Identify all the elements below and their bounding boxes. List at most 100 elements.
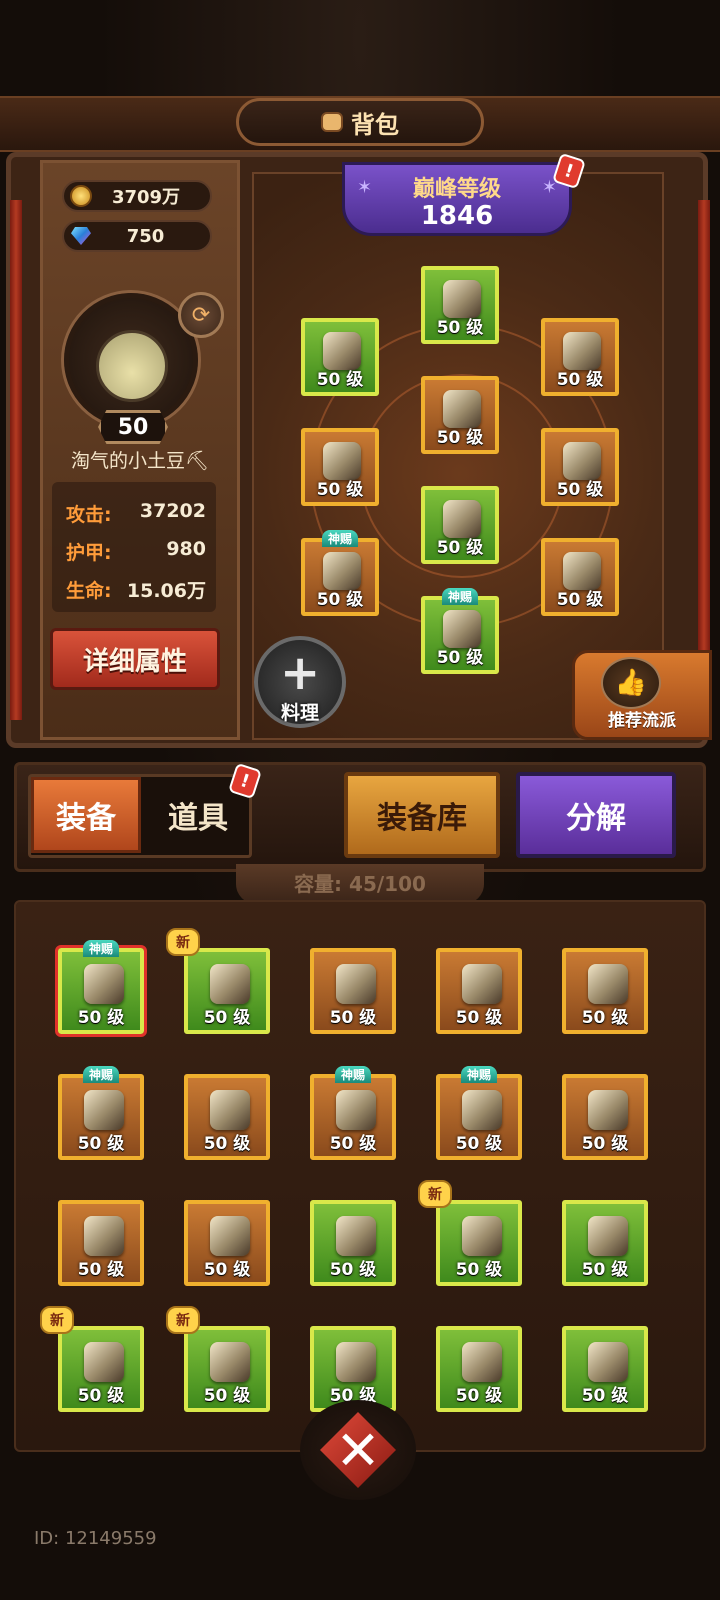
equipment-icon: [588, 1342, 628, 1382]
item-level: 50 级: [556, 590, 604, 610]
detail-attributes-button[interactable]: 详细属性: [50, 628, 220, 690]
inventory-item[interactable]: 50 级: [562, 948, 648, 1034]
divine-gift-tag: 神赐: [334, 1066, 372, 1083]
inventory-item[interactable]: 新 50 级: [418, 1180, 522, 1286]
item-level: 50 级: [203, 1386, 251, 1406]
inventory-item[interactable]: 50 级: [184, 1074, 270, 1160]
item-level: 50 级: [316, 370, 364, 390]
gem-value: 750: [126, 225, 165, 247]
thumbs-up-icon: 👍: [601, 657, 661, 709]
new-badge: 新: [40, 1306, 74, 1334]
equipped-slot-center-1[interactable]: 50 级: [421, 376, 499, 454]
inventory-item[interactable]: 50 级: [184, 1200, 270, 1286]
bag-icon: [321, 112, 343, 132]
peak-level-label: 巅峰等级: [412, 177, 501, 202]
page-title: 背包: [351, 110, 399, 139]
equipment-library-button[interactable]: 装备库: [344, 772, 500, 858]
gold-coin-icon: [70, 185, 92, 207]
swap-avatar-button[interactable]: ⟳: [178, 292, 224, 338]
equipment-icon: [84, 1090, 124, 1130]
item-level: 50 级: [203, 1260, 251, 1280]
equipped-slot-right-3[interactable]: 50 级: [541, 538, 619, 616]
recommend-build-button[interactable]: 👍 推荐流派: [572, 650, 712, 740]
equipped-slot-left-1[interactable]: 50 级: [301, 318, 379, 396]
inventory-item[interactable]: 神赐 50 级: [55, 940, 147, 1037]
item-level: 50 级: [581, 1386, 629, 1406]
inventory-tabs: 装备 道具: [28, 774, 252, 858]
decompose-button[interactable]: 分解: [516, 772, 676, 858]
item-level: 50 级: [436, 648, 484, 668]
item-level: 50 级: [316, 480, 364, 500]
player-id: ID: 12149559: [34, 1528, 157, 1549]
item-level: 50 级: [77, 1008, 125, 1028]
gem-icon: [71, 227, 91, 245]
equipment-icon: [462, 1090, 502, 1130]
recommend-build-label: 推荐流派: [608, 711, 676, 731]
item-level: 50 级: [77, 1134, 125, 1154]
item-level: 50 级: [203, 1008, 251, 1028]
divine-gift-tag: 神赐: [82, 1066, 120, 1083]
equipment-icon: [210, 1216, 250, 1256]
inventory-item[interactable]: 50 级: [562, 1074, 648, 1160]
item-level: 50 级: [329, 1134, 377, 1154]
tab-equipment[interactable]: 装备: [31, 777, 141, 853]
divine-gift-tag: 神赐: [321, 530, 359, 547]
equipment-icon: [336, 964, 376, 1004]
equipped-slot-right-1[interactable]: 50 级: [541, 318, 619, 396]
item-level: 50 级: [581, 1008, 629, 1028]
gem-counter: 750: [62, 220, 212, 252]
inventory-item[interactable]: 50 级: [310, 1200, 396, 1286]
item-level: 50 级: [581, 1260, 629, 1280]
inventory-item[interactable]: 50 级: [562, 1200, 648, 1286]
inventory-item[interactable]: 神赐 50 级: [436, 1066, 522, 1160]
equipment-icon: [588, 964, 628, 1004]
inventory-item[interactable]: 50 级: [436, 948, 522, 1034]
cook-label: 料理: [280, 702, 319, 724]
peak-level-banner[interactable]: ✶ ✶ 巅峰等级 1846: [342, 162, 572, 236]
equipment-icon: [588, 1090, 628, 1130]
item-level: 50 级: [436, 538, 484, 558]
item-level: 50 级: [329, 1260, 377, 1280]
close-button[interactable]: ✕: [300, 1400, 416, 1500]
stats-box: 攻击: 37202 护甲: 980 生命: 15.06万: [52, 482, 216, 612]
divine-gift-tag: 神赐: [460, 1066, 498, 1083]
inventory-item[interactable]: 新 50 级: [166, 1306, 270, 1412]
item-level: 50 级: [436, 318, 484, 338]
left-rail-decoration: [10, 200, 22, 720]
item-level: 50 级: [203, 1134, 251, 1154]
inventory-item[interactable]: 神赐 50 级: [310, 1066, 396, 1160]
equipped-slot-left-2[interactable]: 50 级: [301, 428, 379, 506]
equipment-icon: [336, 1216, 376, 1256]
crossed-swords-close-icon: ✕: [320, 1412, 396, 1488]
item-level: 50 级: [556, 370, 604, 390]
equipped-slot-center-2[interactable]: 50 级: [421, 486, 499, 564]
equipment-icon: [84, 1216, 124, 1256]
stat-attack: 攻击: 37202: [66, 500, 206, 526]
plus-icon: +: [280, 645, 321, 701]
cook-button[interactable]: + 料理: [254, 636, 346, 728]
inventory-item[interactable]: 新 50 级: [40, 1306, 144, 1412]
equipment-icon: [336, 1090, 376, 1130]
inventory-item[interactable]: 50 级: [310, 1326, 396, 1412]
equipped-slot-left-3[interactable]: 神赐 50 级: [301, 530, 379, 616]
inventory-item[interactable]: 50 级: [310, 948, 396, 1034]
stat-health: 生命: 15.06万: [66, 580, 206, 602]
equipment-icon: [462, 1216, 502, 1256]
item-level: 50 级: [581, 1134, 629, 1154]
player-level-badge: 50: [98, 410, 168, 444]
equipment-icon: [462, 964, 502, 1004]
inventory-item[interactable]: 50 级: [562, 1326, 648, 1412]
inventory-item[interactable]: 50 级: [58, 1200, 144, 1286]
equipped-slot-center-3[interactable]: 神赐 50 级: [421, 588, 499, 674]
stat-armor: 护甲: 980: [66, 538, 206, 564]
new-badge: 新: [166, 928, 200, 956]
gold-counter: 3709万: [62, 180, 212, 212]
item-level: 50 级: [556, 480, 604, 500]
inventory-item[interactable]: 新 50 级: [166, 928, 270, 1034]
inventory-item[interactable]: 50 级: [436, 1326, 522, 1412]
equipment-icon: [336, 1342, 376, 1382]
star-icon: ✶: [357, 177, 373, 198]
equipped-slot-top[interactable]: 50 级: [421, 266, 499, 344]
inventory-item[interactable]: 神赐 50 级: [58, 1066, 144, 1160]
equipped-slot-right-2[interactable]: 50 级: [541, 428, 619, 506]
